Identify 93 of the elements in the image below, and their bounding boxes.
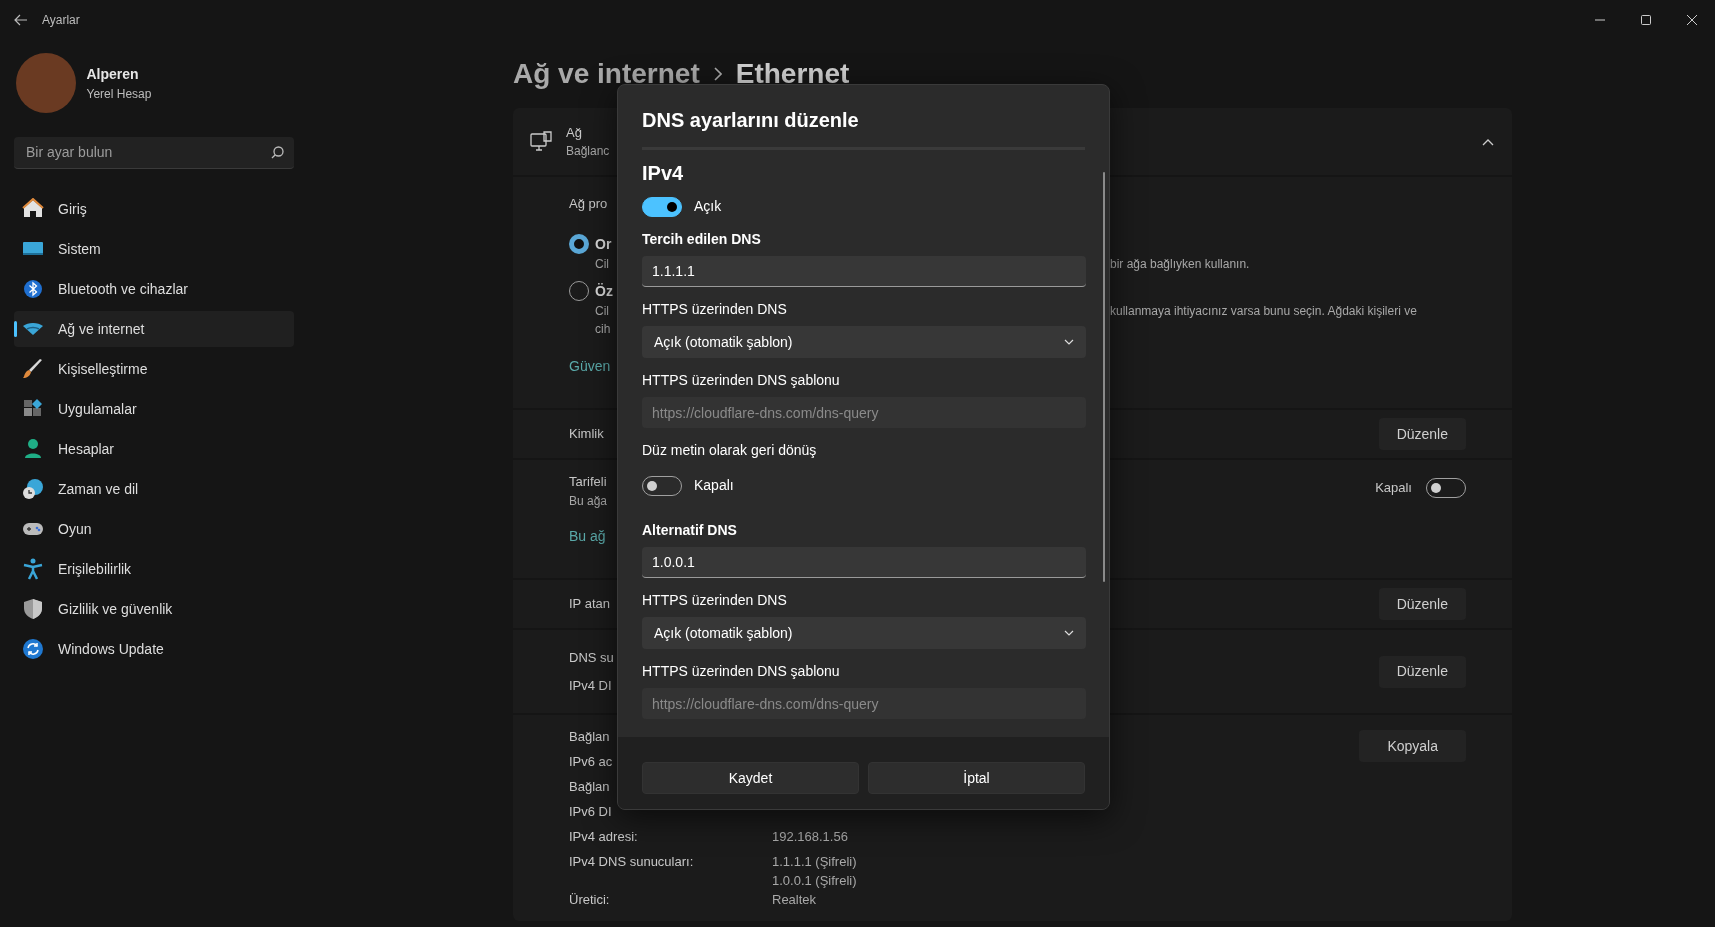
dialog-title: DNS ayarlarını düzenle xyxy=(641,108,860,133)
search-icon xyxy=(271,146,284,159)
network-name: Ağ xyxy=(566,123,583,142)
template-input-field[interactable]: https://cloudflare-dns.com/dns-query xyxy=(642,397,1086,428)
property-label: IPv4 DNS sunucuları: xyxy=(569,853,694,871)
ethernet-monitor-icon xyxy=(530,130,552,153)
template-input-field[interactable]: https://cloudflare-dns.com/dns-query xyxy=(642,688,1086,719)
field-label: HTTPS üzerinden DNS şablonu xyxy=(642,662,841,681)
toggle-state: Kapalı xyxy=(1375,479,1412,498)
nav-item[interactable]: Uygulamalar xyxy=(14,391,294,427)
property-value: 1.0.0.1 (Şifreli) xyxy=(772,872,857,890)
dns-input-field[interactable]: 1.1.1.1 xyxy=(642,256,1086,287)
section-heading: IPv4 xyxy=(642,161,685,186)
option-description: Cil xyxy=(595,255,609,273)
setting-description: Bu ağa xyxy=(569,492,608,510)
save-button[interactable]: Kaydet xyxy=(642,762,859,794)
option-description: Cil xyxy=(595,302,609,320)
property-label: Üretici: xyxy=(569,891,610,909)
edit-button[interactable]: Düzenle xyxy=(1378,418,1466,450)
account-type: Yerel Hesap xyxy=(86,85,152,103)
option-title: Or xyxy=(595,234,612,254)
chevron-down-icon xyxy=(1064,630,1074,636)
setting-label: IP atan xyxy=(569,595,610,614)
search-input[interactable]: Bir ayar bulun xyxy=(24,141,271,164)
option-description: cih xyxy=(595,320,611,338)
privacy-link[interactable]: Güven xyxy=(569,355,611,377)
search-field[interactable]: Bir ayar bulun xyxy=(14,137,294,169)
setting-label: Kimlik xyxy=(569,425,604,444)
edit-button[interactable]: Düzenle xyxy=(1378,655,1466,688)
property-label: Bağlan xyxy=(569,778,610,796)
globe-clock-icon xyxy=(22,478,44,500)
property-value: 1.1.1.1 (Şifreli) xyxy=(772,853,857,871)
setting-link[interactable]: Bu ağ xyxy=(569,525,608,547)
scrollbar[interactable] xyxy=(1103,172,1105,582)
field-label: HTTPS üzerinden DNS şablonu xyxy=(642,371,841,390)
nav-item[interactable]: Erişilebilirlik xyxy=(14,551,294,587)
toggle-state: Açık xyxy=(694,197,722,216)
setting-label: IPv4 DI xyxy=(569,676,613,695)
option-title: Öz xyxy=(595,281,613,301)
nav-item[interactable]: Kişiselleştirme xyxy=(14,351,294,387)
paintbrush-icon xyxy=(22,358,44,380)
chevron-right-icon xyxy=(713,67,722,81)
option-description: kullanmaya ihtiyacınız varsa bunu seçin. Ağdaki kişileri ve xyxy=(1110,302,1417,320)
section-label: Ağ pro xyxy=(569,195,608,213)
nav-item[interactable]: Hesaplar xyxy=(14,431,294,467)
bluetooth-icon xyxy=(22,278,44,300)
property-value: Realtek xyxy=(772,891,818,909)
maximize-icon[interactable] xyxy=(1640,15,1652,25)
setting-label: DNS su xyxy=(569,649,614,667)
person-icon xyxy=(22,438,44,460)
avatar xyxy=(16,53,76,113)
nav-item[interactable]: Oyun xyxy=(14,511,294,547)
toggle-switch[interactable] xyxy=(642,196,682,217)
radio-button[interactable] xyxy=(569,233,589,254)
toggle-state: Kapalı xyxy=(694,476,734,495)
dropdown[interactable]: Açık (otomatik şablon) xyxy=(642,326,1086,358)
home-icon xyxy=(22,198,44,220)
nav-item[interactable]: Zaman ve dil xyxy=(14,471,294,507)
chevron-up-icon[interactable] xyxy=(1482,137,1494,146)
property-label: IPv6 DI xyxy=(569,803,612,821)
option-description: bir ağa bağlıyken kullanın. xyxy=(1110,255,1250,273)
window-title: Ayarlar xyxy=(42,12,80,29)
property-label: IPv4 adresi: xyxy=(569,828,638,846)
property-value: 192.168.1.56 xyxy=(772,828,849,846)
field-label: HTTPS üzerinden DNS xyxy=(642,591,788,610)
setting-label: Tarifeli xyxy=(569,473,608,491)
nav-item[interactable]: Sistem xyxy=(14,231,294,267)
property-label: IPv6 ac xyxy=(569,753,613,771)
cancel-button[interactable]: İptal xyxy=(868,762,1085,794)
dropdown[interactable]: Açık (otomatik şablon) xyxy=(642,617,1086,649)
field-label: Tercih edilen DNS xyxy=(642,230,762,249)
field-label: Alternatif DNS xyxy=(642,521,738,540)
field-label: HTTPS üzerinden DNS xyxy=(642,300,788,319)
dns-input-field[interactable]: 1.0.0.1 xyxy=(642,547,1086,578)
property-label: Bağlan xyxy=(569,728,610,746)
account-name: Alperen xyxy=(86,64,140,84)
nav-item[interactable]: Bluetooth ve cihazlar xyxy=(14,271,294,307)
back-arrow-icon[interactable] xyxy=(14,14,28,26)
field-label: Düz metin olarak geri dönüş xyxy=(642,441,818,460)
copy-button[interactable]: Kopyala xyxy=(1359,730,1466,762)
nav-item[interactable]: Gizlilik ve güvenlik xyxy=(14,591,294,627)
chevron-down-icon xyxy=(1064,339,1074,345)
nav-item[interactable]: Ağ ve internet xyxy=(14,311,294,347)
nav-item[interactable]: Windows Update xyxy=(14,631,294,667)
page-title: Ethernet xyxy=(735,57,850,91)
page-breadcrumb-link[interactable]: Ağ ve internet xyxy=(513,53,700,95)
accessibility-icon xyxy=(22,558,44,580)
nav-item[interactable]: Giriş xyxy=(14,191,294,227)
shield-icon xyxy=(22,598,44,620)
network-status: Bağlanc xyxy=(566,143,610,161)
edit-button[interactable]: Düzenle xyxy=(1378,588,1466,620)
refresh-icon xyxy=(22,638,44,660)
close-icon[interactable] xyxy=(1686,15,1698,25)
